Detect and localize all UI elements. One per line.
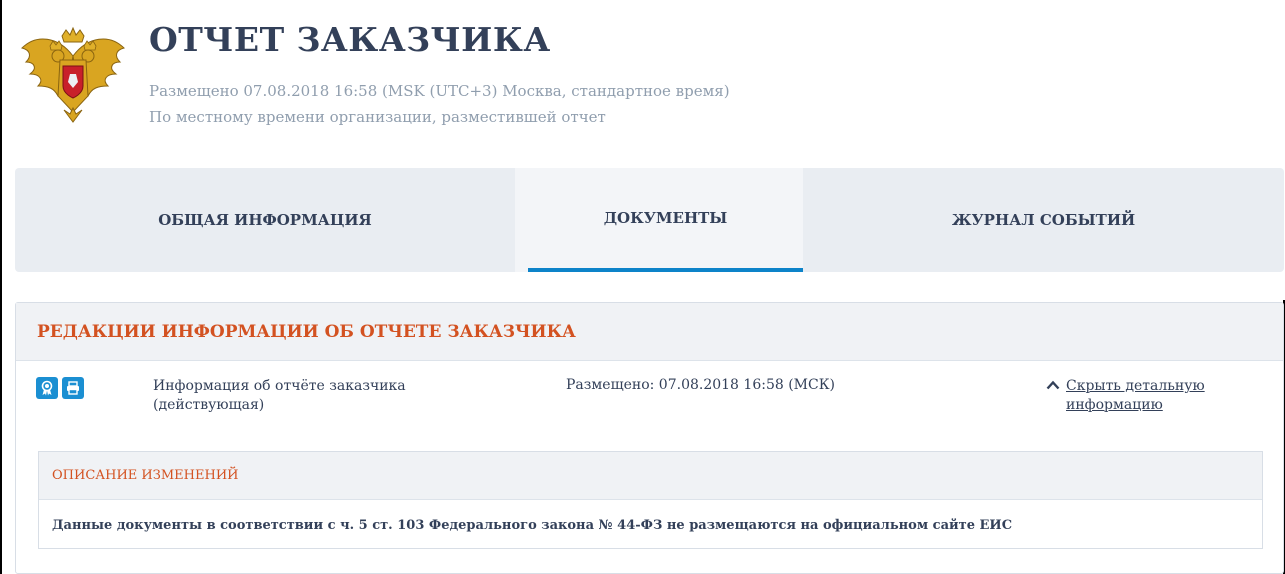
hide-details-label[interactable]: Скрыть детальную информацию <box>1046 377 1276 415</box>
document-name: Информация об отчёте заказчика (действую… <box>153 378 406 413</box>
panel-title: РЕДАКЦИИ ИНФОРМАЦИИ ОБ ОТЧЕТЕ ЗАКАЗЧИКА <box>37 322 576 342</box>
panel-header: РЕДАКЦИИ ИНФОРМАЦИИ ОБ ОТЧЕТЕ ЗАКАЗЧИКА <box>16 303 1283 361</box>
posted-timestamp: Размещено 07.08.2018 16:58 (MSK (UTC+3) … <box>149 82 730 100</box>
changes-header: ОПИСАНИЕ ИЗМЕНЕНИЙ <box>39 452 1262 500</box>
chevron-up-icon <box>1046 380 1060 390</box>
page-title: ОТЧЕТ ЗАКАЗЧИКА <box>149 20 551 59</box>
tab-event-log[interactable]: ЖУРНАЛ СОБЫТИЙ <box>803 168 1284 272</box>
local-time-note: По местному времени организации, размест… <box>149 108 606 126</box>
print-icon <box>67 381 79 395</box>
tab-general-info[interactable]: ОБЩАЯ ИНФОРМАЦИЯ <box>15 168 515 272</box>
tab-bar: ОБЩАЯ ИНФОРМАЦИЯ ДОКУМЕНТЫ ЖУРНАЛ СОБЫТИ… <box>15 168 1284 272</box>
tab-divider <box>515 168 528 272</box>
certificate-button[interactable] <box>36 377 58 399</box>
document-posted-date: Размещено: 07.08.2018 16:58 (МСК) <box>566 377 836 393</box>
changes-title: ОПИСАНИЕ ИЗМЕНЕНИЙ <box>52 468 239 483</box>
window-border-left <box>0 0 2 574</box>
certificate-icon <box>41 380 53 396</box>
hide-details-link[interactable]: Скрыть детальную информацию <box>1046 377 1276 415</box>
page-header: ОТЧЕТ ЗАКАЗЧИКА Размещено 07.08.2018 16:… <box>18 14 1268 134</box>
changes-description-box: ОПИСАНИЕ ИЗМЕНЕНИЙ Данные документы в со… <box>38 451 1263 549</box>
revisions-panel: РЕДАКЦИИ ИНФОРМАЦИИ ОБ ОТЧЕТЕ ЗАКАЗЧИКА … <box>15 302 1284 574</box>
changes-text: Данные документы в соответствии с ч. 5 с… <box>52 518 1013 533</box>
russian-coat-of-arms-icon <box>21 26 125 123</box>
tab-documents[interactable]: ДОКУМЕНТЫ <box>528 168 803 272</box>
print-button[interactable] <box>62 377 84 399</box>
